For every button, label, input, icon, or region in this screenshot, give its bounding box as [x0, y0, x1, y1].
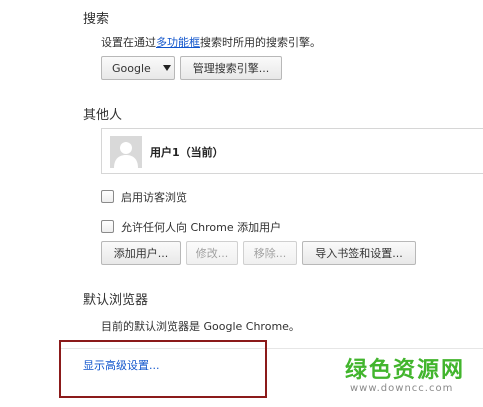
- guest-browsing-label: 启用访客浏览: [121, 191, 187, 204]
- annotation-highlight-box: [59, 340, 267, 398]
- profile-list[interactable]: 用户1（当前）: [101, 128, 483, 174]
- watermark-url: www.downcc.com: [350, 383, 454, 394]
- search-description: 设置在通过多功能框搜索时所用的搜索引擎。: [101, 34, 321, 50]
- default-browser-description: 目前的默认浏览器是 Google Chrome。: [101, 320, 300, 333]
- search-engine-select[interactable]: Google: [101, 56, 175, 80]
- edit-user-button[interactable]: 修改...: [186, 241, 238, 265]
- add-user-button[interactable]: 添加用户...: [101, 241, 181, 265]
- allow-add-user-checkbox[interactable]: [101, 220, 114, 233]
- default-browser-section-title: 默认浏览器: [83, 293, 149, 308]
- settings-page: 搜索 设置在通过多功能框搜索时所用的搜索引擎。 Google 管理搜索引擎...…: [0, 0, 483, 407]
- watermark-logo-text: 绿色资源网: [345, 358, 466, 383]
- import-bookmarks-button[interactable]: 导入书签和设置...: [302, 241, 416, 265]
- chevron-down-icon: [162, 65, 171, 71]
- remove-user-button[interactable]: 移除...: [243, 241, 297, 265]
- guest-browsing-checkbox[interactable]: [101, 190, 114, 203]
- allow-add-user-label: 允许任何人向 Chrome 添加用户: [121, 221, 282, 234]
- user-silhouette-icon: [114, 142, 138, 168]
- manage-search-engines-button[interactable]: 管理搜索引擎...: [180, 56, 282, 80]
- search-description-prefix: 设置在通过: [101, 36, 156, 49]
- avatar: [110, 136, 142, 168]
- profile-name: 用户1（当前）: [150, 146, 224, 159]
- omnibox-link[interactable]: 多功能框: [156, 36, 200, 49]
- search-engine-selected-label: Google: [112, 61, 151, 75]
- search-description-suffix: 搜索时所用的搜索引擎。: [200, 36, 321, 49]
- people-section-title: 其他人: [83, 108, 123, 123]
- search-section-title: 搜索: [83, 12, 110, 27]
